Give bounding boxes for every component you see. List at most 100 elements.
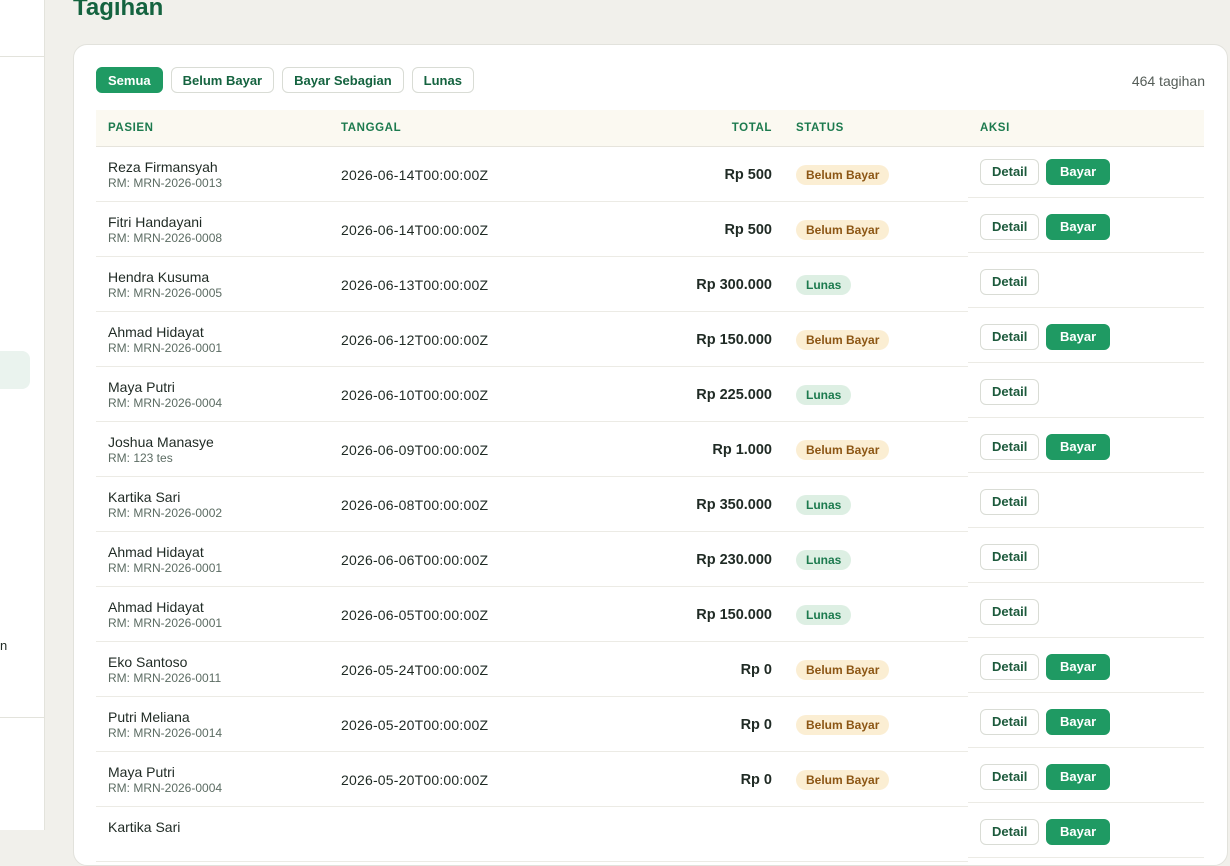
row-divider	[968, 252, 1204, 253]
medical-record-number: RM: 123 tes	[108, 451, 173, 465]
row-divider	[968, 472, 1204, 473]
detail-button[interactable]: Detail	[980, 434, 1040, 460]
detail-button[interactable]: Detail	[980, 379, 1040, 405]
bill-date: 2026-06-14T00:00:00Z	[341, 222, 489, 238]
column-header-actions: AKSI	[980, 122, 1010, 134]
patient-name: Putri Meliana	[108, 709, 190, 725]
medical-record-number: RM: MRN-2026-0011	[108, 671, 222, 685]
bills-table-body: Reza Firmansyah RM: MRN-2026-0013 2026-06-…	[96, 147, 1204, 862]
detail-button[interactable]: Detail	[980, 819, 1040, 845]
bill-date: 2026-05-24T00:00:00Z	[341, 662, 489, 678]
detail-button[interactable]: Detail	[980, 324, 1040, 350]
medical-record-number: RM: MRN-2026-0002	[108, 506, 223, 520]
sidebar-item-active[interactable]	[0, 351, 30, 389]
row-divider	[96, 861, 968, 862]
status-badge: Lunas	[796, 385, 852, 405]
bill-total: Rp 300.000	[696, 277, 772, 293]
bill-date: 2026-06-13T00:00:00Z	[341, 277, 489, 293]
table-header: PASIEN TANGGAL TOTAL STATUS AKSI	[96, 110, 1204, 147]
table-row: Eko Santoso RM: MRN-2026-0011 2026-05-24T0…	[96, 642, 1204, 697]
row-divider	[968, 857, 1204, 858]
status-badge: Lunas	[796, 495, 852, 515]
row-divider	[968, 802, 1204, 803]
status-badge: Belum Bayar	[796, 220, 890, 240]
status-badge: Belum Bayar	[796, 715, 890, 735]
pay-button[interactable]: Bayar	[1046, 159, 1111, 185]
bill-total: Rp 0	[740, 717, 772, 733]
detail-button[interactable]: Detail	[980, 709, 1040, 735]
bill-total: Rp 150.000	[696, 332, 772, 348]
bill-date: 2026-05-20T00:00:00Z	[341, 717, 489, 733]
bill-date: 2026-06-14T00:00:00Z	[341, 167, 489, 183]
sidebar: n	[0, 0, 45, 830]
bill-date: 2026-06-06T00:00:00Z	[341, 552, 489, 568]
table-row: Hendra Kusuma RM: MRN-2026-0005 2026-06-13…	[96, 257, 1204, 312]
row-divider	[968, 197, 1204, 198]
detail-button[interactable]: Detail	[980, 214, 1040, 240]
bill-date: 2026-06-05T00:00:00Z	[341, 607, 489, 623]
detail-button[interactable]: Detail	[980, 544, 1040, 570]
row-divider	[968, 307, 1204, 308]
bill-date: 2026-06-09T00:00:00Z	[341, 442, 489, 458]
row-divider	[968, 417, 1204, 418]
medical-record-number: RM: MRN-2026-0013	[108, 176, 223, 190]
filter-paid-button[interactable]: Lunas	[411, 67, 474, 93]
filter-unpaid-button[interactable]: Belum Bayar	[170, 67, 275, 93]
medical-record-number: RM: MRN-2026-0001	[108, 561, 223, 575]
column-header-status: STATUS	[796, 122, 844, 134]
row-divider	[968, 527, 1204, 528]
bill-date: 2026-06-12T00:00:00Z	[341, 332, 489, 348]
pay-button[interactable]: Bayar	[1046, 214, 1111, 240]
pay-button[interactable]: Bayar	[1046, 709, 1111, 735]
detail-button[interactable]: Detail	[980, 489, 1040, 515]
pay-button[interactable]: Bayar	[1046, 764, 1111, 790]
patient-name: Maya Putri	[108, 764, 175, 780]
bill-total: Rp 225.000	[696, 387, 772, 403]
bill-total: Rp 1.000	[712, 442, 772, 458]
row-divider	[968, 362, 1204, 363]
bill-total: Rp 350.000	[696, 497, 772, 513]
filter-partial-button[interactable]: Bayar Sebagian	[282, 67, 404, 93]
patient-name: Maya Putri	[108, 379, 175, 395]
medical-record-number: RM: MRN-2026-0001	[108, 616, 223, 630]
pay-button[interactable]: Bayar	[1046, 324, 1111, 350]
detail-button[interactable]: Detail	[980, 599, 1040, 625]
pay-button[interactable]: Bayar	[1046, 654, 1111, 680]
detail-button[interactable]: Detail	[980, 269, 1040, 295]
table-row: Ahmad Hidayat RM: MRN-2026-0001 2026-06-05…	[96, 587, 1204, 642]
medical-record-number: RM: MRN-2026-0004	[108, 781, 223, 795]
status-badge: Belum Bayar	[796, 660, 890, 680]
bill-total: Rp 0	[740, 662, 772, 678]
column-header-total: TOTAL	[731, 122, 772, 134]
filter-all-button[interactable]: Semua	[96, 67, 163, 93]
patient-name: Fitri Handayani	[108, 214, 203, 230]
patient-name: Ahmad Hidayat	[108, 599, 204, 615]
status-filter-tabs: Semua Belum Bayar Bayar Sebagian Lunas	[96, 67, 474, 93]
pay-button[interactable]: Bayar	[1046, 819, 1111, 845]
status-badge: Lunas	[796, 605, 852, 625]
sidebar-divider	[0, 56, 44, 57]
table-row: Putri Meliana RM: MRN-2026-0014 2026-05-20…	[96, 697, 1204, 752]
table-row: Kartika Sari RM: MRN-2026-0002 2026-06-08T…	[96, 477, 1204, 532]
detail-button[interactable]: Detail	[980, 654, 1040, 680]
column-header-date: TANGGAL	[341, 122, 402, 134]
medical-record-number: RM: MRN-2026-0004	[108, 396, 223, 410]
patient-name: Ahmad Hidayat	[108, 544, 204, 560]
table-row: Joshua Manasye RM: 123 tes 2026-06-09T00:0…	[96, 422, 1204, 477]
detail-button[interactable]: Detail	[980, 159, 1040, 185]
sidebar-item-label[interactable]: n	[0, 638, 7, 653]
bill-date: 2026-06-08T00:00:00Z	[341, 497, 489, 513]
table-row: Maya Putri RM: MRN-2026-0004 2026-05-20T00…	[96, 752, 1204, 807]
detail-button[interactable]: Detail	[980, 764, 1040, 790]
pay-button[interactable]: Bayar	[1046, 434, 1111, 460]
page-title: Tagihan	[73, 0, 164, 21]
patient-name: Eko Santoso	[108, 654, 188, 670]
table-row: Kartika Sari Detail Bayar	[96, 807, 1204, 862]
patient-name: Kartika Sari	[108, 489, 181, 505]
patient-name: Joshua Manasye	[108, 434, 214, 450]
row-divider	[968, 692, 1204, 693]
medical-record-number: RM: MRN-2026-0005	[108, 286, 223, 300]
table-row: Ahmad Hidayat RM: MRN-2026-0001 2026-06-06…	[96, 532, 1204, 587]
patient-name: Hendra Kusuma	[108, 269, 210, 285]
row-divider	[968, 747, 1204, 748]
